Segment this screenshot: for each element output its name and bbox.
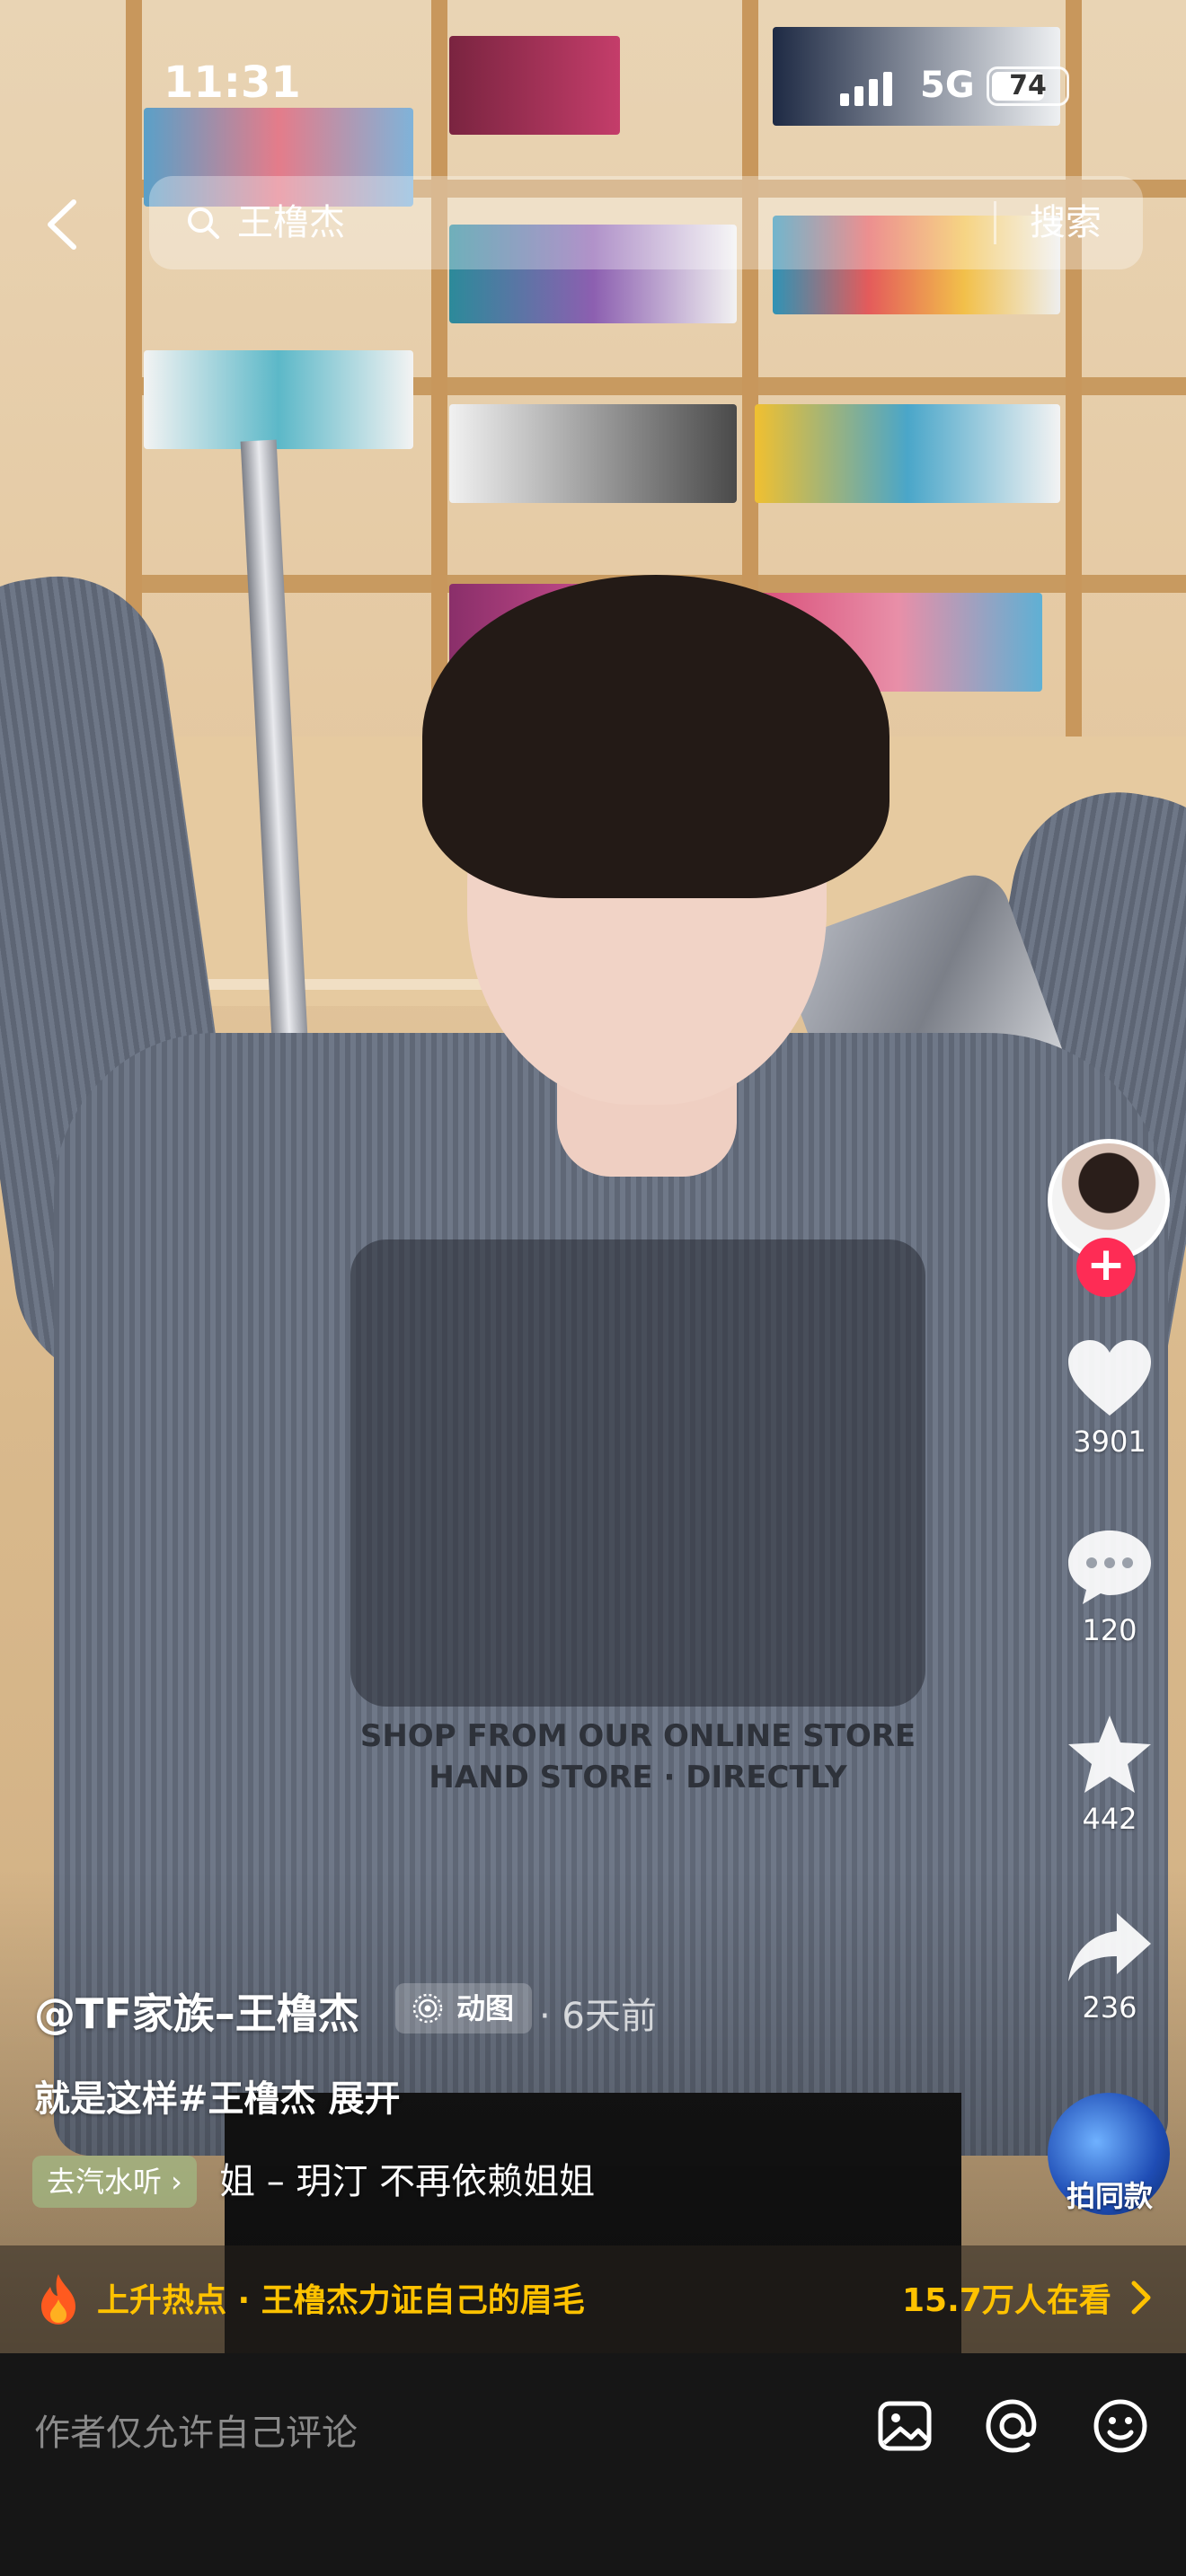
comment-bar: 作者仅允许自己评论 xyxy=(0,2353,1186,2576)
search-button[interactable]: 搜索 xyxy=(1030,198,1102,248)
follow-button[interactable]: + xyxy=(1076,1238,1136,1297)
author-name[interactable]: @TF家族–王橹杰 xyxy=(34,1981,359,2041)
heart-icon xyxy=(1068,1340,1151,1416)
favorite-button[interactable]: 442 xyxy=(1051,1712,1168,1836)
search-bar[interactable]: 王橹杰 搜索 xyxy=(149,176,1143,269)
books xyxy=(144,350,413,449)
share-button[interactable]: 236 xyxy=(1051,1910,1168,2025)
gif-badge[interactable]: 动图 xyxy=(395,1983,533,2033)
battery-level: 74 xyxy=(1009,70,1047,101)
comment-input[interactable]: 作者仅允许自己评论 xyxy=(34,2404,358,2456)
fire-icon xyxy=(41,2274,75,2325)
music-title[interactable]: 姐 – 玥汀 不再依赖姐姐 xyxy=(219,2156,595,2208)
post-time: · 6天前 xyxy=(539,1996,657,2037)
listen-on-qishui-button[interactable]: 去汽水听 › xyxy=(32,2156,197,2208)
comment-button[interactable]: 120 xyxy=(1051,1527,1168,1647)
hot-topic-text: 上升热点 · 王橹杰力证自己的眉毛 xyxy=(97,2282,585,2319)
chevron-left-icon xyxy=(48,199,76,250)
hoodie-print xyxy=(350,1239,925,1707)
battery-icon: 74 xyxy=(987,66,1069,106)
clock: 11:31 xyxy=(164,57,301,108)
magnifier-icon xyxy=(188,207,219,239)
at-icon[interactable] xyxy=(981,2395,1044,2457)
books xyxy=(755,404,1060,503)
post-description[interactable]: 就是这样#王橹杰 展开 xyxy=(34,2069,400,2122)
like-count: 3901 xyxy=(1073,1425,1146,1459)
smile-icon[interactable] xyxy=(1089,2395,1152,2457)
share-arrow-icon xyxy=(1068,1913,1151,1981)
hoodie-print-text: SHOP FROM OUR ONLINE STORE HAND STORE · … xyxy=(359,1718,916,1795)
favorite-count: 442 xyxy=(1082,1802,1137,1836)
books xyxy=(449,404,737,503)
back-button[interactable] xyxy=(36,193,90,256)
star-icon xyxy=(1068,1716,1151,1793)
comment-count: 120 xyxy=(1082,1613,1137,1647)
speech-bubble-icon xyxy=(1068,1531,1151,1604)
search-divider xyxy=(994,201,996,244)
network-type: 5G xyxy=(920,65,975,106)
hot-topic-bar[interactable]: 上升热点 · 王橹杰力证自己的眉毛 15.7万人在看 xyxy=(0,2245,1186,2353)
same-style-label[interactable]: 拍同款 xyxy=(1042,2174,1177,2215)
live-photo-icon xyxy=(412,1993,443,2024)
status-bar: 11:31 5G 74 xyxy=(0,54,1186,117)
search-input[interactable]: 王橹杰 xyxy=(237,198,345,248)
hair xyxy=(422,575,890,898)
gif-badge-label: 动图 xyxy=(456,1991,515,2025)
cellular-signal-icon xyxy=(840,70,892,106)
chevron-right-icon xyxy=(1131,2280,1151,2315)
viewer-count: 15.7万人在看 xyxy=(902,2282,1111,2319)
image-icon[interactable] xyxy=(873,2395,936,2457)
like-button[interactable]: 3901 xyxy=(1051,1338,1168,1459)
share-count: 236 xyxy=(1082,1990,1137,2025)
